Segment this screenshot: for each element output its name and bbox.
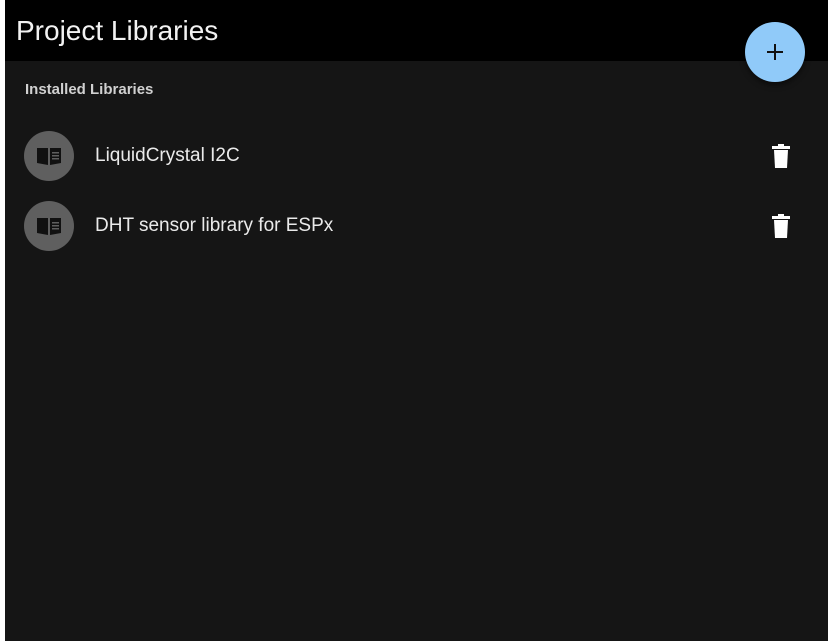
- book-icon: [37, 148, 61, 165]
- library-avatar: [24, 131, 74, 181]
- trash-icon: [772, 214, 790, 238]
- project-libraries-panel: Project Libraries Installed Libraries Li…: [5, 0, 828, 641]
- installed-libraries-subheader: Installed Libraries: [25, 81, 154, 98]
- library-name: DHT sensor library for ESPx: [95, 215, 334, 236]
- library-list-item[interactable]: LiquidCrystal I2C: [5, 124, 828, 188]
- delete-library-button[interactable]: [761, 136, 801, 176]
- book-icon: [37, 218, 61, 235]
- trash-icon: [772, 144, 790, 168]
- panel-header: Project Libraries: [5, 0, 828, 61]
- library-list-item[interactable]: DHT sensor library for ESPx: [5, 194, 828, 258]
- page-title: Project Libraries: [16, 15, 219, 46]
- delete-library-button[interactable]: [761, 206, 801, 246]
- library-name: LiquidCrystal I2C: [95, 145, 240, 166]
- add-library-button[interactable]: [745, 22, 805, 82]
- library-avatar: [24, 201, 74, 251]
- plus-icon: [767, 44, 783, 60]
